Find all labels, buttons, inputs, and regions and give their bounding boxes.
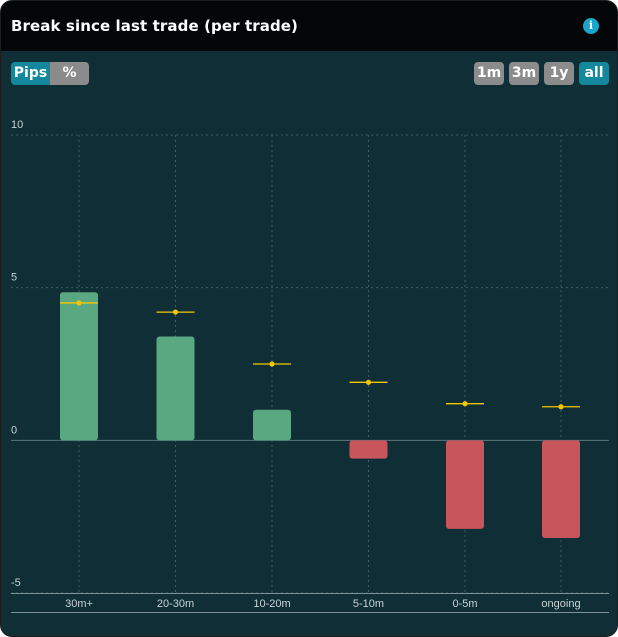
x-tick-label: 5-10m — [353, 598, 384, 610]
x-tick-label: ongoing — [541, 598, 580, 610]
x-tick-label: 0-5m — [452, 598, 477, 610]
info-icon[interactable]: i — [583, 18, 599, 34]
marker-point — [462, 401, 468, 407]
y-tick-label: 10 — [11, 119, 23, 131]
marker-point — [76, 300, 82, 306]
y-tick-label: 0 — [11, 424, 17, 436]
x-tick-label: 30m+ — [65, 598, 93, 610]
marker-point — [172, 309, 179, 315]
bar-ongoing — [542, 440, 580, 539]
chart-title: Break since last trade (per trade) — [11, 17, 299, 35]
chart-card: Break since last trade (per trade) i Pip… — [0, 0, 618, 637]
x-tick-label: 10-20m — [253, 598, 290, 610]
marker-point — [558, 404, 564, 410]
bar-5-10m — [349, 440, 388, 459]
x-tick-label: 20-30m — [157, 598, 194, 610]
y-tick-label: -5 — [11, 577, 21, 589]
bar-30m+ — [60, 292, 98, 441]
y-tick-label: 5 — [11, 272, 17, 284]
card-header: Break since last trade (per trade) i — [1, 1, 617, 51]
marker-point — [269, 361, 275, 367]
bar-0-5m — [446, 440, 484, 529]
marker-point — [365, 379, 372, 385]
bar-chart: 10 5 0 -5 30m+ 20-30m 10-20m 5-10m 0-5m ongoing — [11, 119, 609, 613]
bar-20-30m — [156, 336, 195, 441]
bar-10-20m — [253, 409, 291, 441]
